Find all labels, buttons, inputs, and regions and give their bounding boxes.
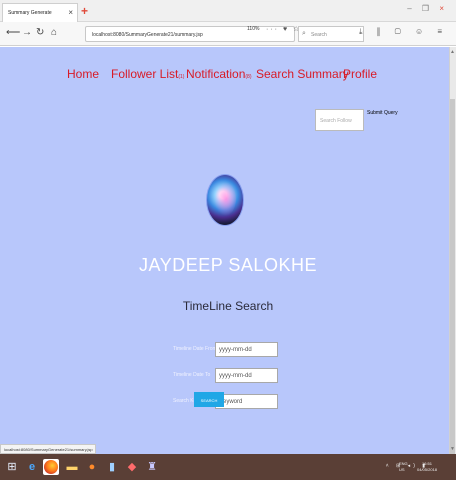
avatar-highlight	[214, 182, 236, 216]
nav-follower-list-link[interactable]: Follower List(1)	[111, 67, 184, 81]
browser-nav-bar: ⟵ → ↻ ⌂ localhost:8080/SummaryGenerate21…	[0, 22, 456, 46]
app-icon-red[interactable]: ◆	[125, 460, 139, 474]
firefox-icon[interactable]	[43, 459, 59, 475]
toolbar-icons[interactable]: ⤓ ⫼ ▢ ☺ ≡	[359, 27, 448, 37]
search-follow-input[interactable]: Search Follow	[315, 109, 364, 131]
nav-notification-link[interactable]: Notification(8)	[186, 67, 252, 81]
nav-follower-list-label: Follower List	[111, 67, 179, 81]
nav-search-summary-link[interactable]: Search Summary	[256, 67, 349, 81]
file-explorer-icon[interactable]: ▬	[65, 460, 79, 474]
reload-icon[interactable]: ↻	[36, 27, 44, 38]
home-icon[interactable]: ⌂	[51, 27, 57, 38]
tablet-app-icon[interactable]: ▮	[105, 460, 119, 474]
media-player-icon[interactable]: ●	[85, 460, 99, 474]
browser-search-field[interactable]: ⌕ Search	[298, 26, 364, 42]
page-actions-icons[interactable]: ··· ♥ ☆	[266, 25, 301, 33]
nav-notification-label: Notification	[186, 67, 246, 81]
page-scrollbar[interactable]: ▲ ▼	[449, 47, 456, 479]
profile-name: JAYDEEP SALOKHE	[139, 255, 317, 275]
clock-date: 04/05/2018	[417, 467, 438, 472]
window-controls: – ❐ ×	[407, 4, 448, 13]
nav-profile-link[interactable]: Profile	[343, 67, 377, 81]
search-follow-placeholder: Search Follow	[320, 118, 352, 124]
browser-tab-bar: Summary Generate × + – ❐ ×	[0, 0, 456, 22]
taskbar: ⊞ e ▬ ● ▮ ◆ ♜ ˄ ⊞ ◂) ▮ ENG US 16:51 04/0…	[0, 454, 456, 480]
app-icon-purple[interactable]: ♜	[145, 460, 159, 474]
notification-count-badge: (8)	[245, 74, 252, 80]
scroll-thumb[interactable]	[450, 99, 455, 479]
date-from-input[interactable]: yyyy-mm-dd	[215, 342, 278, 357]
window-minmax-icons[interactable]: – ❐	[407, 4, 433, 13]
date-to-label: Timeline Date To	[173, 372, 211, 378]
new-tab-button[interactable]: +	[81, 4, 88, 18]
submit-query-button[interactable]: Submit Query	[367, 110, 398, 116]
region-code: US	[399, 467, 405, 472]
internet-explorer-icon[interactable]: e	[25, 460, 39, 474]
search-icon: ⌕	[302, 30, 306, 37]
back-icon[interactable]: ⟵	[6, 27, 20, 38]
address-bar-url: localhost:8080/SummaryGenerate21/summary…	[92, 32, 203, 38]
zoom-level[interactable]: 110%	[247, 26, 259, 32]
follower-count-badge: (1)	[178, 74, 185, 80]
date-to-placeholder: yyyy-mm-dd	[219, 373, 252, 379]
clock[interactable]: 16:51 04/05/2018	[417, 461, 437, 473]
timeline-search-title: TimeLine Search	[182, 299, 274, 313]
scroll-up-icon[interactable]: ▲	[450, 49, 455, 55]
browser-search-placeholder: Search	[311, 32, 327, 38]
browser-tab[interactable]: Summary Generate ×	[2, 3, 78, 22]
timeline-search-button[interactable]: SEARCH	[194, 392, 224, 407]
windows-start-icon[interactable]: ⊞	[5, 460, 19, 474]
nav-home-link[interactable]: Home	[67, 67, 99, 81]
language-indicator[interactable]: ENG US	[399, 461, 408, 473]
status-bar-url: localhost:8080/SummaryGenerate21/summary…	[0, 444, 96, 454]
date-from-placeholder: yyyy-mm-dd	[219, 347, 252, 353]
address-bar[interactable]: localhost:8080/SummaryGenerate21/summary…	[85, 26, 295, 42]
date-to-input[interactable]: yyyy-mm-dd	[215, 368, 278, 383]
keyword-input[interactable]: Keyword	[215, 394, 278, 409]
scroll-down-icon[interactable]: ▼	[450, 446, 455, 452]
page-content: Home Follower List(1) Notification(8) Se…	[0, 47, 456, 454]
window-close-icon[interactable]: ×	[439, 4, 448, 13]
close-tab-icon[interactable]: ×	[68, 8, 73, 17]
forward-icon[interactable]: →	[22, 27, 32, 38]
tab-title: Summary Generate	[8, 10, 52, 16]
date-from-label: Timeline Date From	[173, 346, 217, 352]
